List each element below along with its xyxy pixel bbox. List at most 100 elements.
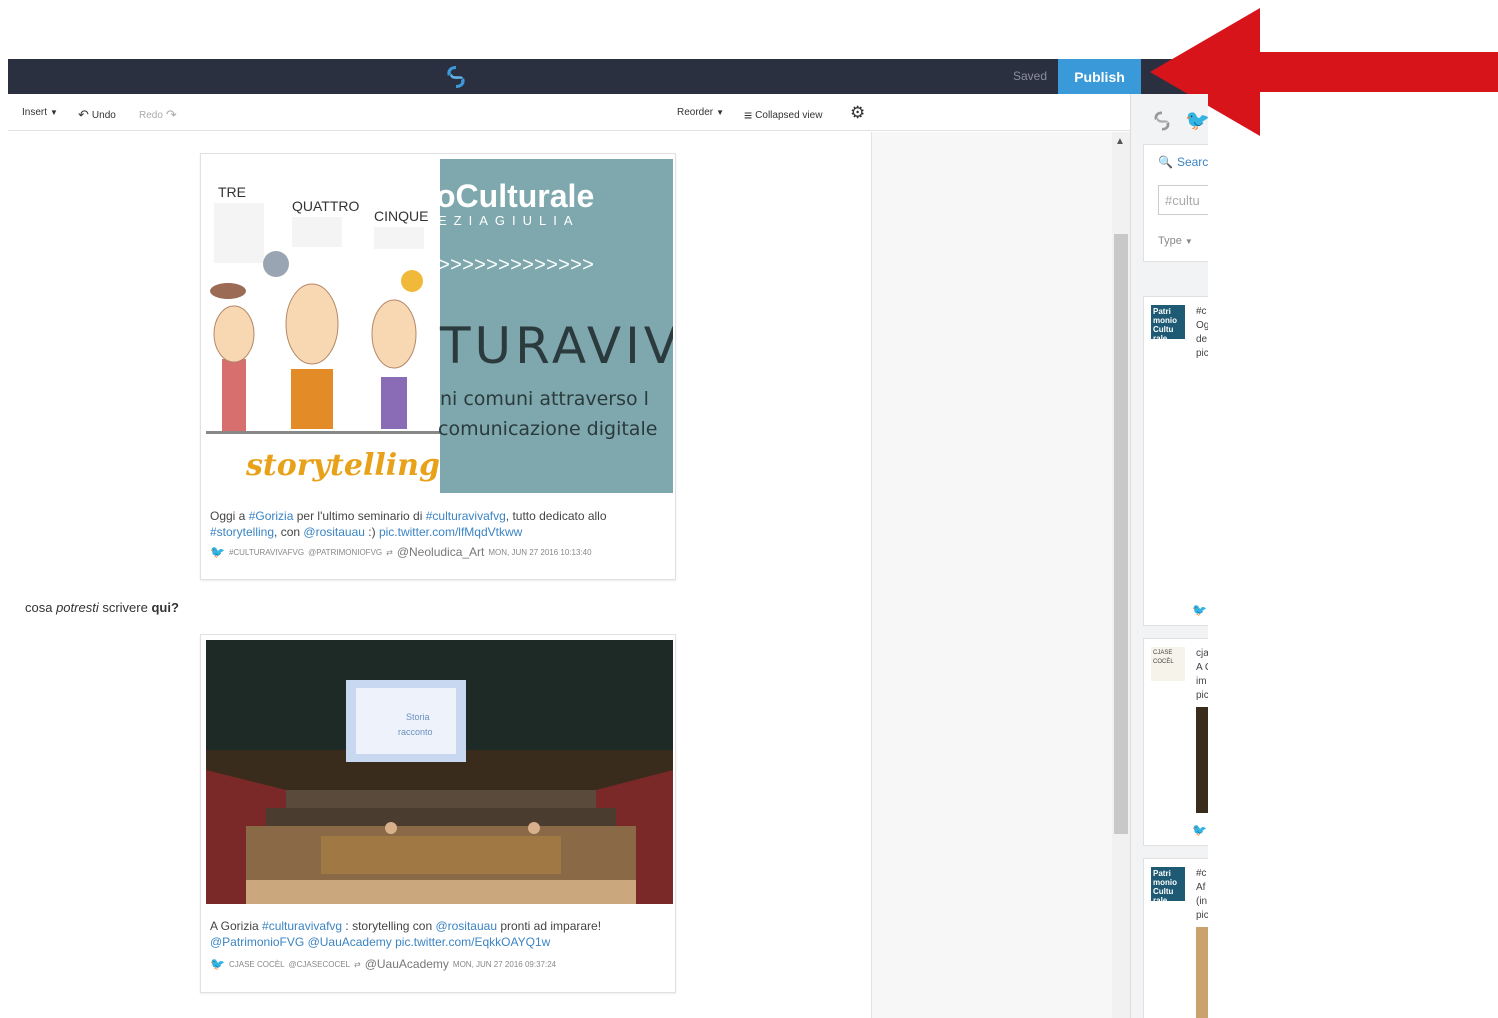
image-text-chevrons: >>>>>>>>>>>>> (438, 255, 594, 278)
story-item-tweet[interactable]: TRE QUATTRO CINQUE storytelling oCultura… (200, 153, 676, 580)
story-item-tweet[interactable]: Storia racconto A Gorizia #culturavivafv… (200, 634, 676, 993)
tweet-handle[interactable]: @Neoludica_Art (397, 545, 485, 559)
tweet-caption: Oggi a #Gorizia per l'ultimo seminario d… (210, 508, 665, 540)
tweet-handle[interactable]: @UauAcademy (365, 957, 449, 971)
result-line: #c (1196, 868, 1207, 879)
twitter-bird-icon[interactable]: 🐦 (1185, 108, 1208, 133)
redo-button[interactable]: Redo ↷ (139, 107, 177, 123)
undo-button[interactable]: ↶ Undo (78, 107, 116, 123)
search-result[interactable]: CJASE COCÈL cja A G im pic 🐦 (1143, 638, 1208, 846)
image-text-quattro: QUATTRO (292, 198, 360, 214)
editor-scrollbar[interactable]: ▲ (1112, 132, 1130, 1018)
search-icon: 🔍 (1158, 155, 1173, 169)
collapsed-view-toggle[interactable]: ≡ Collapsed view (744, 107, 822, 123)
mention-link[interactable]: @PatrimonioFVG (210, 935, 304, 949)
redo-label: Redo (139, 109, 163, 121)
tweet-image[interactable]: TRE QUATTRO CINQUE storytelling oCultura… (206, 159, 673, 493)
search-result[interactable]: Patri monio Cultu rale #c Og de pic 🐦 (1143, 296, 1208, 626)
tweet-image[interactable]: Storia racconto (206, 640, 673, 904)
twitter-bird-icon: 🐦 (210, 545, 225, 559)
result-line: de (1196, 334, 1208, 345)
tweet-source[interactable]: #CULTURAVIVAFVG (229, 548, 304, 557)
result-image (1196, 927, 1208, 1018)
result-text: cja A G im pic (1196, 647, 1208, 703)
scrollbar-thumb[interactable] (1114, 234, 1128, 834)
tweet-meta: 🐦 #CULTURAVIVAFVG @PATRIMONIOFVG ⇄ @Neol… (210, 545, 592, 559)
caption-text: pronti ad imparare! (497, 919, 602, 933)
scroll-up-icon[interactable]: ▲ (1115, 136, 1125, 147)
mention-link[interactable]: @rositauau (303, 525, 365, 539)
hashtag-link[interactable]: #culturavivafvg (426, 509, 506, 523)
avatar: CJASE COCÈL (1151, 647, 1185, 681)
reorder-menu[interactable]: Reorder ▼ (677, 107, 724, 118)
search-result[interactable]: Patri monio Cultu rale #c Af (in pic (1143, 858, 1208, 1018)
caption-text: Oggi a (210, 509, 249, 523)
hashtag-link[interactable]: #storytelling (210, 525, 274, 539)
avatar: Patri monio Cultu rale (1151, 867, 1185, 901)
screen-text: racconto (398, 727, 433, 737)
tweet-date: MON, JUN 27 2016 10:13:40 (488, 547, 592, 557)
tweet-source[interactable]: CJASE COCÈL (229, 960, 285, 969)
twitter-bird-icon: 🐦 (1192, 603, 1207, 617)
avatar: Patri monio Cultu rale (1151, 305, 1185, 339)
story-text-block[interactable]: cosa potresti scrivere qui? (25, 600, 179, 615)
result-text: #c Og de pic (1196, 305, 1208, 361)
result-line: A G (1196, 662, 1208, 673)
text-part-italic: potresti (56, 600, 99, 615)
image-text-storytelling: storytelling (245, 448, 440, 483)
result-line: cja (1196, 648, 1208, 659)
result-image (1196, 707, 1208, 813)
text-part-bold: qui? (151, 600, 179, 615)
caption-text: :) (364, 525, 379, 539)
editor-toolbar: Insert ▼ ↶ Undo Redo ↷ Reorder ▼ ≡ Colla… (8, 94, 1130, 131)
chevron-down-icon: ▼ (716, 108, 725, 117)
page: Saved Publish Insert ▼ ↶ Undo Redo ↷ Reo… (0, 0, 1498, 1018)
chevron-down-icon: ▼ (1184, 237, 1193, 246)
pic-link[interactable]: pic.twitter.com/EqkkOAYQ1w (395, 935, 550, 949)
undo-icon: ↶ (78, 107, 89, 122)
type-filter[interactable]: Type ▼ (1158, 235, 1193, 247)
caption-text: , tutto dedicato allo (505, 509, 607, 523)
caption-text: A Gorizia (210, 919, 263, 933)
image-text-culturale: oCulturale (436, 178, 594, 214)
caption-text: , con (274, 525, 304, 539)
storify-source-icon[interactable] (1149, 108, 1175, 134)
app-logo-icon[interactable] (441, 62, 471, 92)
editor-gutter (872, 132, 1112, 1018)
tweet-via[interactable]: @CJASECOCEL (289, 960, 350, 969)
publish-button[interactable]: Publish (1058, 59, 1141, 94)
image-text-turaviv: TURAVIV (439, 317, 673, 375)
settings-button[interactable]: ⚙ (850, 103, 865, 123)
search-input[interactable] (1158, 185, 1208, 215)
hashtag-link[interactable]: #Gorizia (249, 509, 294, 523)
result-line: Af (1196, 882, 1206, 893)
type-label: Type (1158, 235, 1182, 247)
screen-text: Storia (406, 712, 430, 722)
source-tabs: 🐦 (1131, 94, 1208, 138)
undo-label: Undo (91, 109, 116, 121)
chevron-down-icon: ▼ (50, 108, 58, 117)
mention-link[interactable]: @UauAcademy (308, 935, 392, 949)
twitter-bird-icon: 🐦 (210, 957, 225, 971)
image-text-line2: comunicazione digitale (438, 418, 657, 440)
image-text-line1: ni comuni attraverso l (440, 388, 649, 410)
image-text-tre: TRE (218, 184, 246, 200)
hashtag-link[interactable]: #culturavivafvg (262, 919, 342, 933)
result-text: #c Af (in pic (1196, 867, 1208, 923)
tweet-date: MON, JUN 27 2016 09:37:24 (452, 959, 557, 969)
mention-link[interactable]: @rositauau (435, 919, 497, 933)
result-line: pic (1196, 910, 1208, 921)
search-tab[interactable]: 🔍 Searc (1158, 155, 1208, 169)
result-line: (in (1196, 896, 1208, 907)
image-text-region: EZIAGIULIA (438, 213, 580, 228)
retweet-icon: ⇄ (354, 959, 361, 969)
tweet-caption: A Gorizia #culturavivafvg : storytelling… (210, 918, 665, 950)
app-header: Saved Publish (8, 59, 1208, 94)
insert-label: Insert (22, 107, 48, 118)
reorder-label: Reorder (677, 107, 714, 118)
search-label: Searc (1176, 155, 1208, 169)
caption-text: per l'ultimo seminario di (293, 509, 426, 523)
pic-link[interactable]: pic.twitter.com/lfMqdVtkww (379, 525, 522, 539)
insert-menu[interactable]: Insert ▼ (22, 107, 58, 118)
tweet-via[interactable]: @PATRIMONIOFVG (308, 548, 382, 557)
